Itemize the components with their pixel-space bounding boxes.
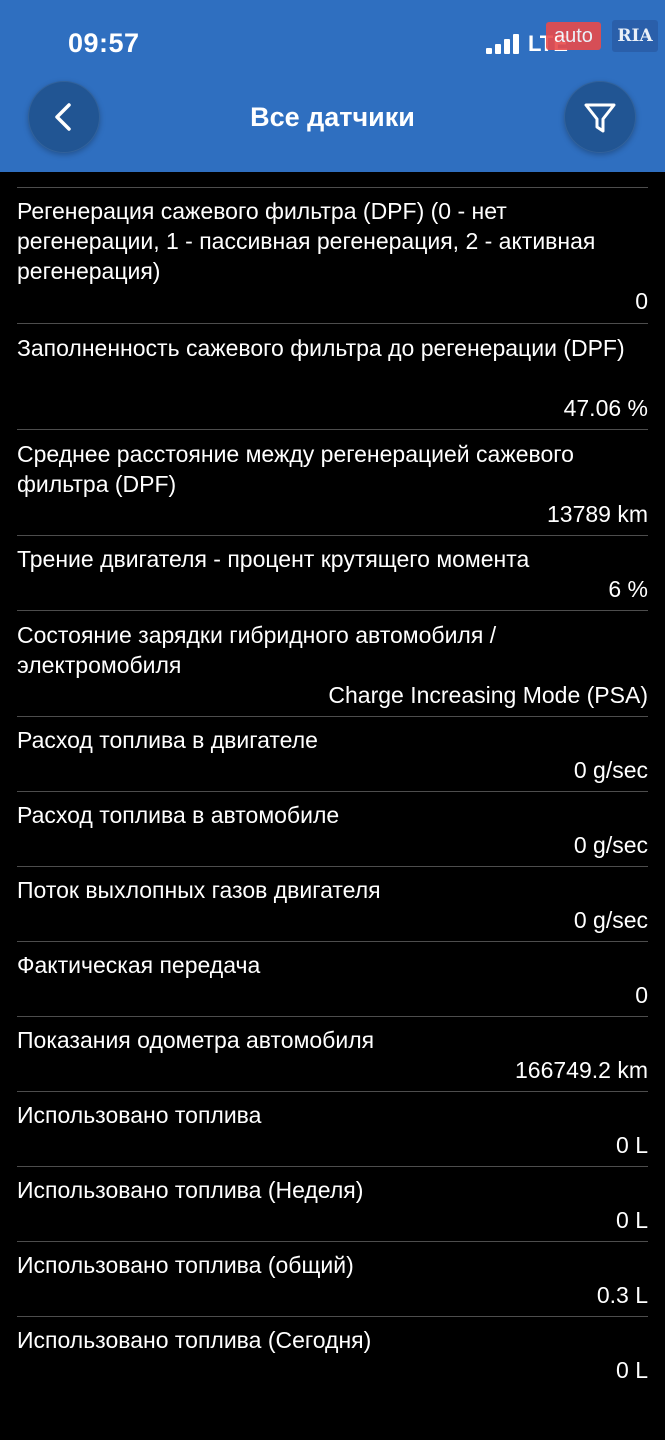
divider (17, 1316, 648, 1317)
sensor-value: 13789 km (546, 501, 648, 527)
sensor-list: 0 kPa Регенерация сажевого фильтра (DPF)… (0, 0, 665, 1440)
sensor-value: 0 L (616, 1207, 648, 1233)
sensor-row-fuel-used-today[interactable]: Использовано топлива (Сегодня) 0 L (17, 1325, 648, 1387)
divider (17, 866, 648, 867)
divider (17, 1091, 648, 1092)
sensor-value: 0 L (616, 1357, 648, 1383)
sensor-value: 166749.2 km (515, 1057, 648, 1083)
sensor-label: Поток выхлопных газов двигателя (17, 877, 381, 903)
sensor-value: 0 (635, 288, 648, 314)
divider (17, 791, 648, 792)
divider (17, 187, 648, 188)
sensor-row-engine-friction[interactable]: Трение двигателя - процент крутящего мом… (17, 544, 648, 606)
watermark-ria: RIA (612, 20, 658, 52)
sensor-label: Регенерация сажевого фильтра (DPF) (0 - … (17, 198, 596, 284)
sensor-value: 6 % (608, 576, 648, 602)
sensor-row-hybrid-charge-state[interactable]: Состояние зарядки гибридного автомобиля … (17, 620, 648, 712)
sensor-label: Использовано топлива (общий) (17, 1252, 354, 1278)
sensor-row-actual-gear[interactable]: Фактическая передача 0 (17, 950, 648, 1012)
sensor-row-fuel-used[interactable]: Использовано топлива 0 L (17, 1100, 648, 1162)
divider (17, 323, 648, 324)
divider (17, 535, 648, 536)
divider (17, 716, 648, 717)
sensor-label: Заполненность сажевого фильтра до регене… (17, 335, 625, 361)
sensor-row-dpf-regeneration[interactable]: Регенерация сажевого фильтра (DPF) (0 - … (17, 196, 648, 320)
sensor-value: Charge Increasing Mode (PSA) (328, 682, 648, 708)
sensor-value: 47.06 % (563, 395, 648, 421)
signal-icon (486, 34, 522, 54)
divider (17, 1241, 648, 1242)
sensor-value: 0 g/sec (573, 757, 648, 783)
sensor-row-dpf-distance[interactable]: Среднее расстояние между регенерацией са… (17, 439, 648, 531)
sensor-label: Состояние зарядки гибридного автомобиля … (17, 622, 497, 678)
sensor-row-dpf-fill[interactable]: Заполненность сажевого фильтра до регене… (17, 333, 648, 425)
filter-button[interactable] (564, 81, 636, 153)
sensor-label: Трение двигателя - процент крутящего мом… (17, 546, 530, 572)
sensor-label: Расход топлива в двигателе (17, 727, 318, 753)
sensor-value: 0 L (616, 1132, 648, 1158)
sensor-row-vehicle-fuel-rate[interactable]: Расход топлива в автомобиле 0 g/sec (17, 800, 648, 862)
sensor-label: Расход топлива в автомобиле (17, 802, 340, 828)
divider (17, 1166, 648, 1167)
divider (17, 941, 648, 942)
sensor-row-fuel-used-week[interactable]: Использовано топлива (Неделя) 0 L (17, 1175, 648, 1237)
sensor-label: Использовано топлива (Сегодня) (17, 1327, 372, 1353)
status-time: 09:57 (68, 28, 140, 58)
sensor-row-engine-fuel-rate[interactable]: Расход топлива в двигателе 0 g/sec (17, 725, 648, 787)
filter-icon (584, 103, 616, 133)
watermark-logo: auto RIA (546, 18, 658, 54)
sensor-row-fuel-used-total[interactable]: Использовано топлива (общий) 0.3 L (17, 1250, 648, 1312)
watermark-auto: auto (546, 22, 601, 50)
sensor-row-odometer[interactable]: Показания одометра автомобиля 166749.2 k… (17, 1025, 648, 1087)
sensor-label: Среднее расстояние между регенерацией са… (17, 441, 574, 497)
sensor-value: 0 (635, 982, 648, 1008)
divider (17, 1016, 648, 1017)
sensor-row-exhaust-flow[interactable]: Поток выхлопных газов двигателя 0 g/sec (17, 875, 648, 937)
divider (17, 429, 648, 430)
sensor-value: 0 g/sec (573, 832, 648, 858)
divider (17, 610, 648, 611)
sensor-label: Фактическая передача (17, 952, 261, 978)
sensor-label: Показания одометра автомобиля (17, 1027, 375, 1053)
sensor-label: Использовано топлива (17, 1102, 262, 1128)
sensor-value: 0.3 L (596, 1282, 648, 1308)
app-header: 09:57 LTE auto RIA Все датчики (0, 0, 665, 172)
sensor-label: Использовано топлива (Неделя) (17, 1177, 364, 1203)
sensor-value: 0 g/sec (573, 907, 648, 933)
